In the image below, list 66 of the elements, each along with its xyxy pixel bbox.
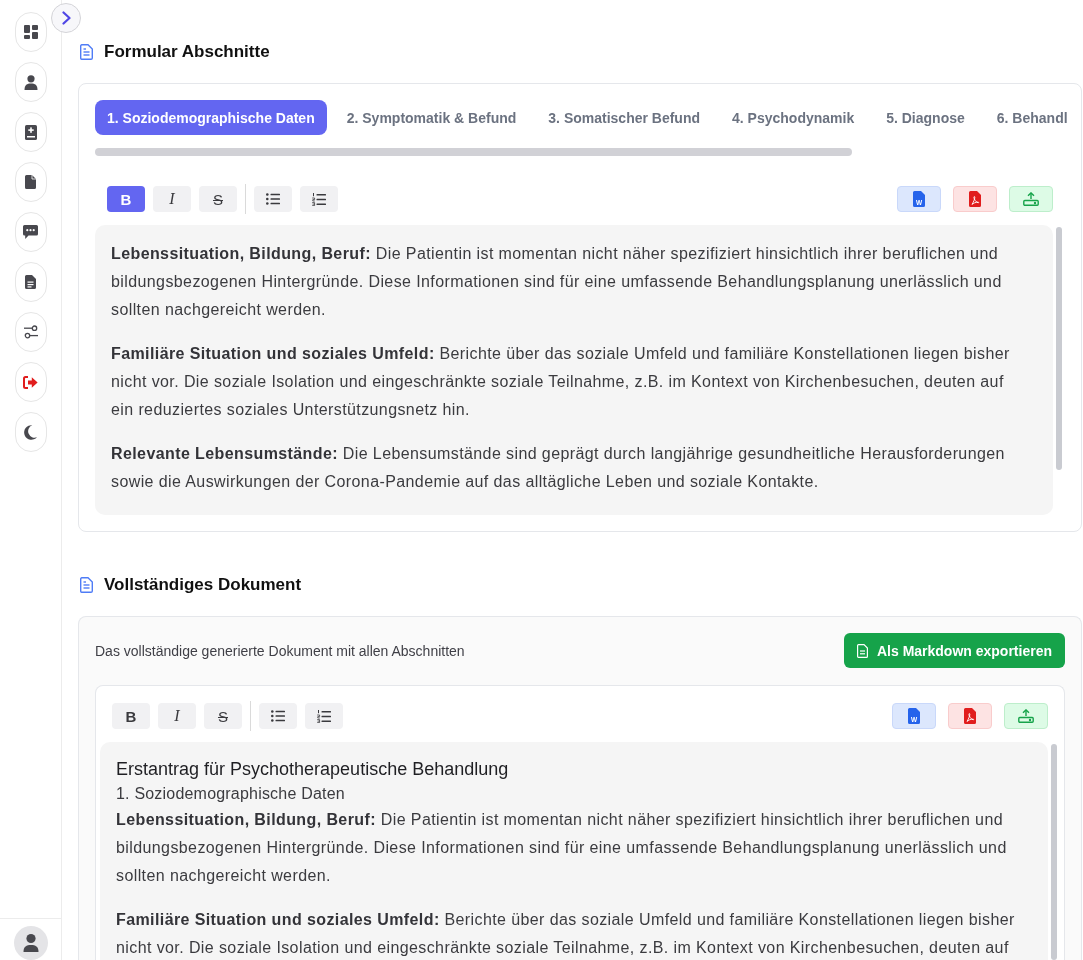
sidebar-button[interactable]: [14, 12, 47, 52]
paragraph: Lebenssituation, Bildung, Beruf: Die Patientin ist momentan nicht näher spezifiziert hinsichtlich ihrer beruflichen und bildungsbezogenen Hintergründe. Diese Informationen sind für eine umfassende Behandlungsplanung unerlässlich und sollten nachgereicht werden.: [116, 810, 1008, 886]
sidebar-button[interactable]: [14, 112, 47, 152]
italic-button[interactable]: I: [153, 186, 191, 212]
upload-button[interactable]: [1009, 186, 1053, 212]
moon-icon: [24, 424, 37, 440]
upload-button[interactable]: [1004, 703, 1048, 729]
section-title: Formular Abschnitte: [104, 42, 270, 62]
numbered-list-button[interactable]: [305, 703, 343, 729]
chevron-right-icon: [61, 11, 71, 25]
sidebar-button[interactable]: [14, 162, 47, 202]
pdf-file-icon: [969, 191, 981, 207]
paragraph: Relevante Lebensumstände: Die Lebensumstände sind geprägt durch langjährige gesundheitliche Herausforderungen sowie die Auswirkungen der Corona-Pandemie auf das alltägliche Leben und soziale Kontakte.: [111, 444, 1006, 492]
section-heading: 1. Soziodemographische Daten: [116, 784, 346, 804]
bullet-list-icon: [266, 193, 280, 205]
user-icon: [23, 74, 38, 90]
paragraph: Familiäre Situation und soziales Umfeld: Berichte über das soziale Umfeld und familiäre Konstellationen liegen bisher nicht vor. Die soziale Isolation und eingeschränkte soziale Teilnahme, z.B. im Kontext von Kirchenbesuchen, deuten auf ein reduziertes soziales Unterstützungsnetz hin.: [111, 344, 1011, 420]
pdf-export-button[interactable]: [953, 186, 997, 212]
sidebar-toggle-button[interactable]: [51, 3, 81, 33]
document-icon: [25, 275, 36, 289]
grid-icon: [23, 25, 38, 39]
document-icon: [80, 44, 93, 60]
tab[interactable]: 5. Diagnose: [874, 100, 977, 135]
sidebar-button[interactable]: [14, 412, 47, 452]
markdown-export-button[interactable]: Als Markdown exportieren: [843, 633, 1065, 668]
description: Das vollständige generierte Dokument mit allen Abschnitten: [95, 642, 465, 659]
numbered-list-icon: [317, 709, 331, 723]
file-icon: [25, 175, 36, 189]
scrollbar[interactable]: [1056, 227, 1062, 470]
bullet-list-button[interactable]: [254, 186, 292, 212]
logout-icon: [23, 375, 38, 389]
document-icon: [856, 643, 868, 658]
paragraph: Lebenssituation, Bildung, Beruf: Die Patientin ist momentan nicht näher spezifiziert hinsichtlich ihrer beruflichen und bildungsbezogenen Hintergründe. Diese Informationen sind für eine umfassende Behandlungsplanung unerlässlich und sollten nachgereicht werden.: [111, 244, 1003, 320]
tab[interactable]: 6. Behandl: [984, 100, 1080, 135]
scrollbar[interactable]: [1051, 744, 1057, 960]
sidebar-button[interactable]: [14, 362, 47, 402]
numbered-list-button[interactable]: [300, 186, 338, 212]
sidebar-button[interactable]: [14, 212, 47, 252]
strikethrough-button[interactable]: S: [199, 186, 237, 212]
pdf-export-button[interactable]: [948, 703, 992, 729]
sliders-icon: [23, 325, 38, 339]
numbered-list-icon: [312, 192, 326, 206]
bold-button[interactable]: B: [107, 186, 145, 212]
book-plus-icon: [24, 124, 37, 140]
paragraph: Familiäre Situation und soziales Umfeld: Berichte über das soziale Umfeld und familiäre Konstellationen liegen bisher nicht vor. Die soziale Isolation und eingeschränkte soziale Teilnahme, z.B. im Kontext von Kirchenbesuchen, deuten auf: [116, 910, 1016, 958]
sidebar-button[interactable]: [14, 62, 47, 102]
chat-icon: [23, 225, 38, 239]
scrollbar[interactable]: [95, 148, 852, 156]
section-title: Vollständiges Dokument: [104, 575, 302, 595]
italic-button[interactable]: I: [158, 703, 196, 729]
sidebar-button[interactable]: [14, 262, 47, 302]
strikethrough-button[interactable]: S: [204, 703, 242, 729]
tab[interactable]: 3. Somatischer Befund: [536, 100, 712, 135]
bold-button[interactable]: B: [112, 703, 150, 729]
upload-icon: [1023, 192, 1039, 206]
bullet-list-button[interactable]: [259, 703, 297, 729]
sidebar-button[interactable]: [14, 312, 47, 352]
bullet-list-icon: [271, 710, 285, 722]
avatar-icon[interactable]: [13, 926, 48, 960]
tab[interactable]: 4. Psychodynamik: [720, 100, 867, 135]
document-title: Erstantrag für Psychotherapeutische Behandlung: [116, 758, 510, 781]
document-icon: [80, 577, 93, 593]
tab[interactable]: 1. Soziodemographische Daten: [95, 100, 327, 135]
pdf-file-icon: [964, 708, 976, 724]
upload-icon: [1018, 709, 1034, 723]
tab[interactable]: 2. Symptomatik & Befund: [334, 100, 529, 135]
